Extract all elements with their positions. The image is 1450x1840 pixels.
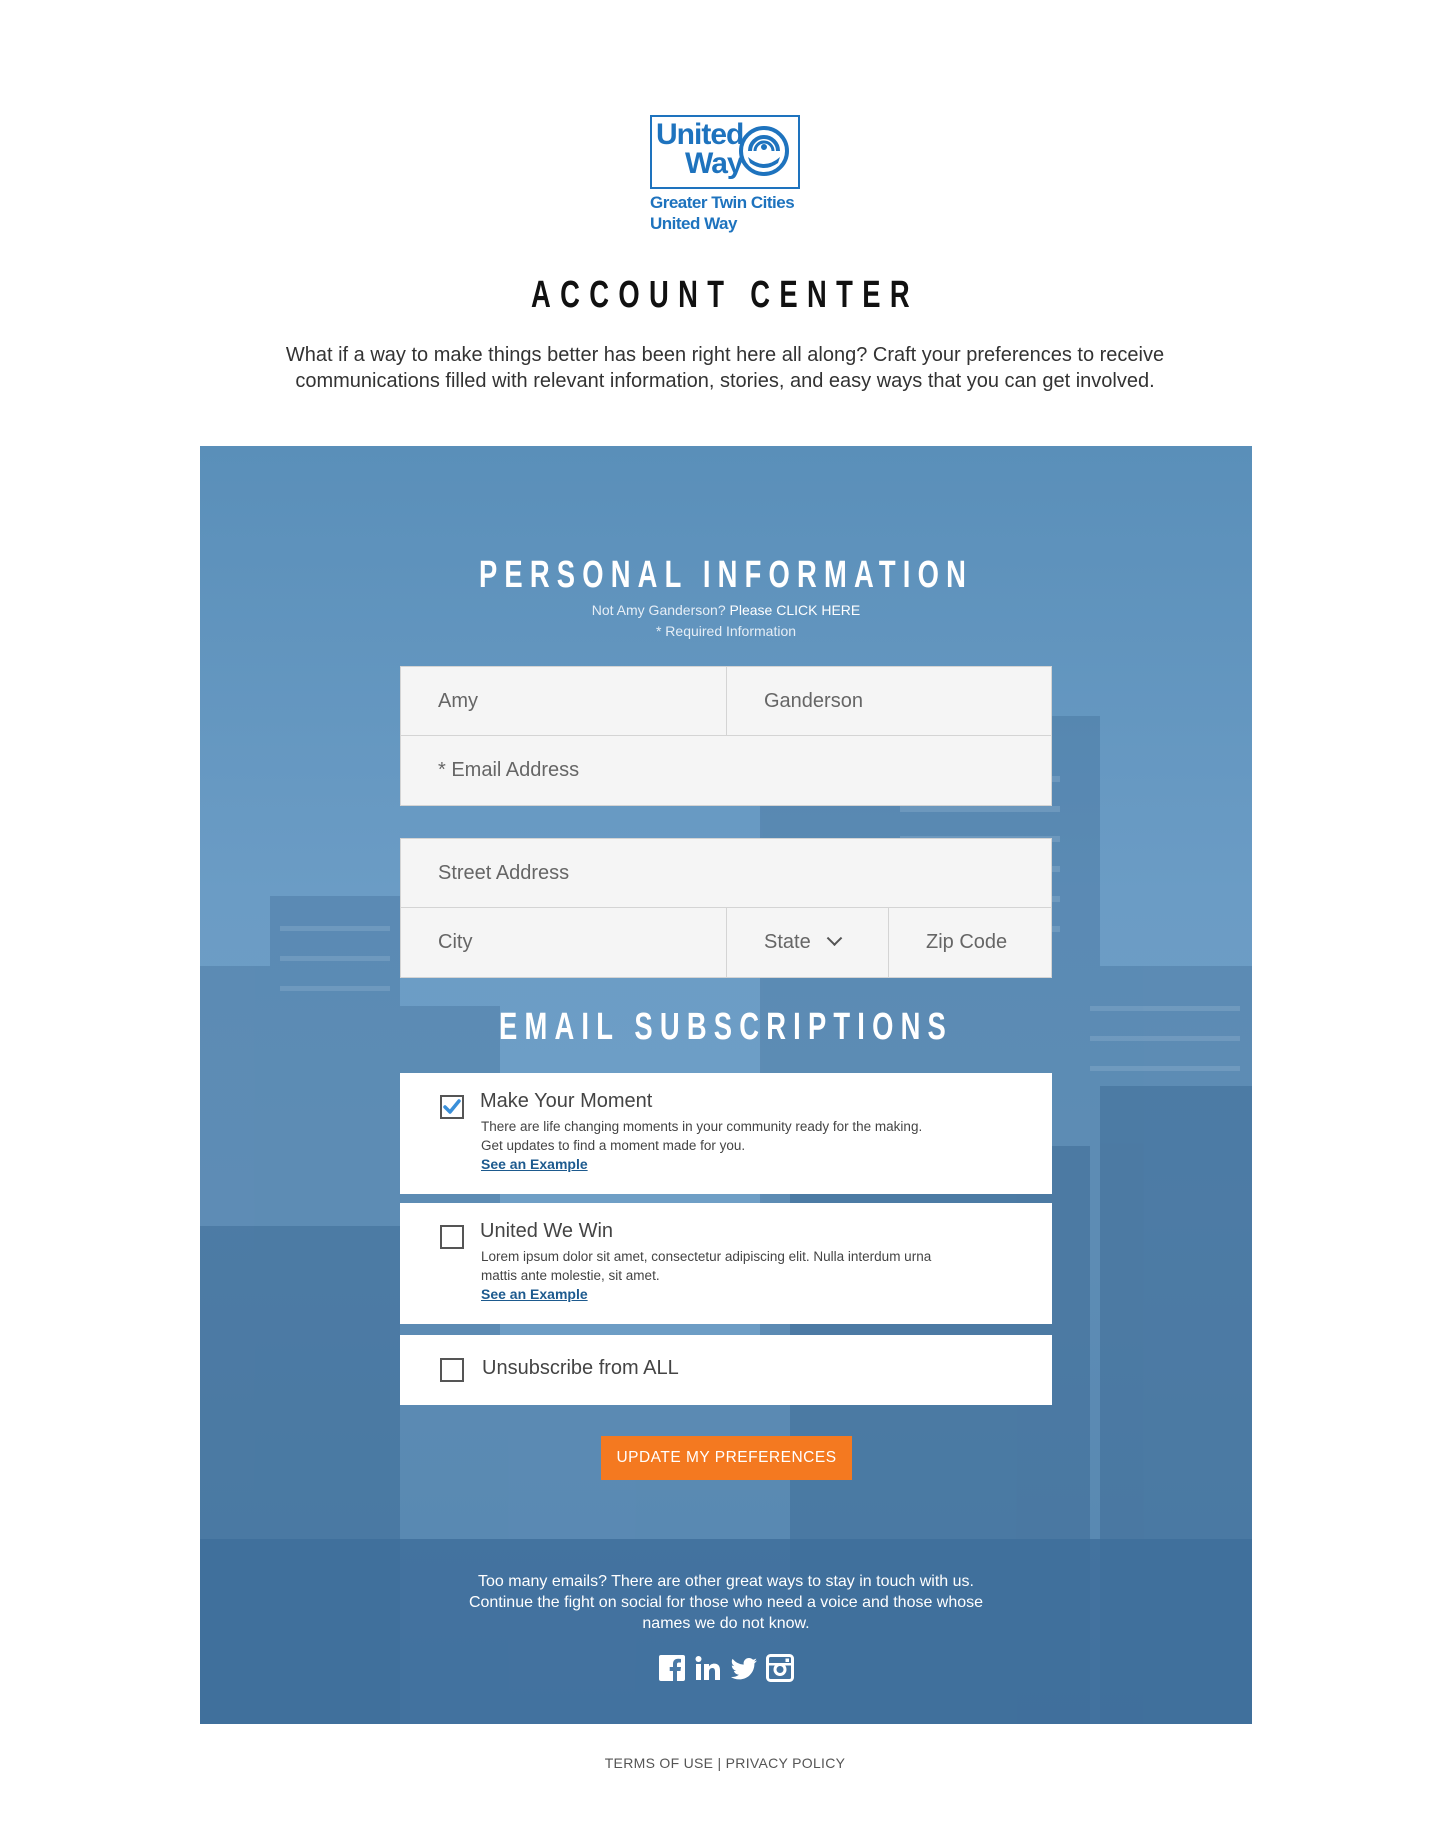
- last-name-value: Ganderson: [764, 689, 863, 712]
- email-placeholder: * Email Address: [438, 759, 580, 781]
- unsubscribe-all-label: Unsubscribe from ALL: [482, 1357, 679, 1379]
- unsubscribe-all-checkbox[interactable]: [440, 1358, 464, 1382]
- legal-links: TERMS OF USE | PRIVACY POLICY: [0, 1755, 1450, 1771]
- description-line: There are life changing moments in your …: [481, 1119, 923, 1134]
- make-your-moment-checkbox[interactable]: [440, 1095, 464, 1119]
- logo-sub-line2: United Way: [650, 214, 737, 233]
- logo-word-united: United: [656, 118, 744, 151]
- description-line: Get updates to find a moment made for yo…: [481, 1138, 746, 1153]
- intro-text: What if a way to make things better has …: [285, 344, 1165, 392]
- last-name-field[interactable]: Ganderson: [726, 666, 1052, 736]
- preferences-panel: PERSONAL INFORMATION Not Amy Ganderson? …: [200, 446, 1252, 1724]
- hand-rainbow-icon: [739, 126, 789, 176]
- description-line: mattis ante molestie, sit amet.: [481, 1268, 660, 1283]
- city-field[interactable]: City: [400, 907, 727, 978]
- linkedin-icon[interactable]: [694, 1654, 722, 1682]
- social-message-line: Continue the fight on social for those w…: [468, 1594, 984, 1611]
- logo-subtitle: Greater Twin Cities United Way: [650, 192, 802, 234]
- subscription-name: Make Your Moment: [480, 1090, 653, 1112]
- logo-sub-line1: Greater Twin Cities: [650, 193, 795, 212]
- twitter-icon[interactable]: [730, 1654, 758, 1682]
- subscription-name: United We Win: [480, 1220, 614, 1242]
- facebook-icon[interactable]: [658, 1654, 686, 1682]
- personal-info-title: PERSONAL INFORMATION: [478, 554, 974, 596]
- instagram-icon[interactable]: [766, 1654, 794, 1682]
- subscription-card-united-we-win: United We Win Lorem ipsum dolor sit amet…: [400, 1203, 1052, 1324]
- street-placeholder: Street Address: [438, 861, 570, 884]
- email-subscriptions-title: EMAIL SUBSCRIPTIONS: [498, 1006, 954, 1048]
- united-we-win-checkbox[interactable]: [440, 1225, 464, 1249]
- subscription-description: Lorem ipsum dolor sit amet, consectetur …: [481, 1247, 1001, 1285]
- required-note: * Required Information: [655, 623, 797, 639]
- page-title: ACCOUNT CENTER: [531, 274, 919, 316]
- logo-badge: United Way: [650, 115, 800, 189]
- not-user-note: Not Amy Ganderson? Please CLICK HERE: [200, 600, 1252, 620]
- subscription-description: There are life changing moments in your …: [481, 1117, 1001, 1155]
- logo-word-way: Way: [685, 147, 744, 180]
- see-example-link[interactable]: See an Example: [481, 1156, 588, 1172]
- zip-code-field[interactable]: Zip Code: [888, 907, 1052, 978]
- chevron-down-icon: [826, 930, 842, 947]
- privacy-policy-link[interactable]: PRIVACY POLICY: [726, 1755, 846, 1771]
- email-field[interactable]: * Email Address: [400, 735, 1052, 806]
- unsubscribe-all-card: Unsubscribe from ALL: [400, 1335, 1052, 1405]
- state-select[interactable]: State: [726, 907, 889, 978]
- subscription-card-make-your-moment: Make Your Moment There are life changing…: [400, 1073, 1052, 1194]
- street-address-field[interactable]: Street Address: [400, 838, 1052, 908]
- checkmark-icon: [443, 1099, 461, 1114]
- state-label: State: [764, 931, 811, 953]
- united-way-logo: United Way Greater Twin Cities United Wa…: [650, 115, 802, 234]
- see-example-link[interactable]: See an Example: [481, 1286, 588, 1302]
- city-placeholder: City: [438, 931, 473, 953]
- terms-of-use-link[interactable]: TERMS OF USE: [605, 1755, 714, 1771]
- update-preferences-button[interactable]: UPDATE MY PREFERENCES: [601, 1436, 852, 1480]
- zip-placeholder: Zip Code: [926, 931, 1008, 953]
- social-message-line: names we do not know.: [642, 1615, 810, 1632]
- description-line: Lorem ipsum dolor sit amet, consectetur …: [481, 1249, 932, 1264]
- click-here-link[interactable]: Please CLICK HERE: [730, 602, 861, 618]
- social-message-line: Too many emails? There are other great w…: [478, 1573, 974, 1590]
- first-name-field[interactable]: Amy: [400, 666, 727, 736]
- legal-separator: |: [717, 1755, 722, 1771]
- first-name-value: Amy: [438, 689, 478, 712]
- not-user-text: Not Amy Ganderson?: [591, 602, 726, 618]
- social-message: Too many emails? There are other great w…: [426, 1571, 1026, 1634]
